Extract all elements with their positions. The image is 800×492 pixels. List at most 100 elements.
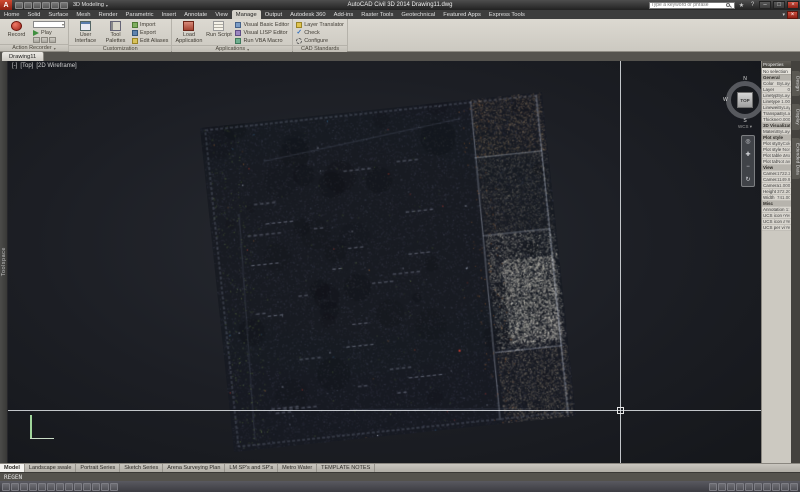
ribbon-tab-home[interactable]: Home — [0, 10, 23, 19]
ribbon-tab-raster-tools[interactable]: Raster Tools — [357, 10, 397, 19]
search-icon[interactable] — [726, 3, 730, 7]
compass-west[interactable]: W — [723, 97, 728, 103]
insert-message-icon[interactable] — [33, 37, 40, 43]
user-interface-button[interactable]: User Interface — [72, 20, 99, 44]
toolbar-lock-icon[interactable] — [772, 482, 780, 491]
document-close-button[interactable]: × — [787, 11, 798, 19]
ribbon-tab-autodesk-360[interactable]: Autodesk 360 — [286, 10, 329, 19]
ribbon-tab-manage[interactable]: Manage — [231, 10, 261, 19]
minimize-button[interactable]: – — [759, 1, 771, 9]
palette-header[interactable]: Properties — [762, 61, 791, 68]
workspace-switcher[interactable]: 3D Modeling ▾ — [73, 2, 108, 8]
ortho-mode-icon[interactable] — [29, 482, 37, 491]
qat-undo-icon[interactable] — [51, 1, 59, 9]
layout-tab-landscape-swale[interactable]: Landscape swale — [25, 464, 77, 472]
polar-tracking-icon[interactable] — [38, 482, 46, 491]
ribbon-tab-render[interactable]: Render — [95, 10, 122, 19]
ribbon-tab-geotechnical[interactable]: Geotechnical — [397, 10, 439, 19]
ribbon-tab-parametric[interactable]: Parametric — [122, 10, 158, 19]
qat-plot-icon[interactable] — [42, 1, 50, 9]
property-row[interactable]: UCS per viewportYes — [762, 225, 791, 231]
edit-aliases-button[interactable]: Edit Aliases — [132, 37, 168, 44]
qat-save-icon[interactable] — [33, 1, 41, 9]
ribbon-tab-featured-apps[interactable]: Featured Apps — [439, 10, 485, 19]
ribbon-tab-solid[interactable]: Solid — [23, 10, 44, 19]
palette-tab-extended-data[interactable]: Extended Data — [791, 137, 800, 180]
annotation-scale-icon[interactable] — [736, 482, 744, 491]
object-snap-icon[interactable] — [47, 482, 55, 491]
layout-tab-template-notes[interactable]: TEMPLATE NOTES — [317, 464, 376, 472]
insert-base-point-icon[interactable] — [41, 37, 48, 43]
check-button[interactable]: ✓ Check — [296, 29, 344, 36]
visual-lisp-editor-button[interactable]: Visual LISP Editor — [235, 29, 289, 36]
dynamic-ucs-icon[interactable] — [65, 482, 73, 491]
layout-tab-portrait-series[interactable]: Portrait Series — [76, 464, 121, 472]
run-vba-macro-button[interactable]: Run VBA Macro — [235, 37, 289, 44]
ribbon-tab-view[interactable]: View — [211, 10, 231, 19]
snap-mode-icon[interactable] — [11, 482, 19, 491]
palette-tab-design[interactable]: Design — [791, 71, 800, 96]
tool-palettes-button[interactable]: Tool Palettes — [102, 20, 129, 44]
compass-north[interactable]: N — [722, 76, 761, 82]
show-transparency-icon[interactable] — [92, 482, 100, 491]
isolate-objects-icon[interactable] — [781, 482, 789, 491]
layout-tab-lm-sp-s-and-sp-s[interactable]: LM SP's and SP's — [225, 464, 279, 472]
object-snap-tracking-icon[interactable] — [56, 482, 64, 491]
layer-translator-button[interactable]: Layer Translator — [296, 21, 344, 28]
qat-redo-icon[interactable] — [60, 1, 68, 9]
action-macro-dropdown[interactable]: ▾ — [33, 21, 65, 28]
layout-tab-arena-surveying-plan[interactable]: Arena Surveying Plan — [163, 464, 226, 472]
import-button[interactable]: Import — [132, 21, 168, 28]
dynamic-input-icon[interactable] — [74, 482, 82, 491]
show-lineweight-icon[interactable] — [83, 482, 91, 491]
clean-screen-icon[interactable] — [790, 482, 798, 491]
viewcube-wcs-menu[interactable]: WCS ▾ — [722, 124, 761, 130]
record-button[interactable]: Record — [3, 20, 30, 38]
play-button[interactable]: Play — [33, 29, 65, 36]
ribbon-tab-add-ins[interactable]: Add-ins — [330, 10, 358, 19]
ribbon-tab-annotate[interactable]: Annotate — [180, 10, 211, 19]
viewcube-top-face[interactable]: TOP — [737, 92, 753, 108]
quick-view-layouts-icon[interactable] — [718, 482, 726, 491]
app-logo-button[interactable]: A — [0, 0, 12, 10]
layout-tab-sketch-series[interactable]: Sketch Series — [120, 464, 164, 472]
viewport-view-control[interactable]: [Top] — [20, 63, 33, 69]
layout-tab-metro-water[interactable]: Metro Water — [278, 464, 318, 472]
viewport-visual-style-control[interactable]: [2D Wireframe] — [36, 63, 76, 69]
search-input[interactable] — [650, 2, 724, 8]
viewcube[interactable]: N S E W TOP — [722, 76, 761, 124]
qat-open-icon[interactable] — [24, 1, 32, 9]
model-space-icon[interactable] — [709, 482, 717, 491]
qat-new-icon[interactable] — [15, 1, 23, 9]
command-line[interactable]: REGEN — [0, 472, 800, 481]
visual-basic-editor-button[interactable]: Visual Basic Editor — [235, 21, 289, 28]
grid-display-icon[interactable] — [20, 482, 28, 491]
export-button[interactable]: Export — [132, 29, 168, 36]
panel-label-cad-standards[interactable]: CAD Standards — [293, 45, 347, 52]
zoom-icon[interactable]: − — [746, 164, 750, 170]
quick-view-drawings-icon[interactable] — [727, 482, 735, 491]
palette-tab-display[interactable]: Display — [791, 103, 800, 130]
infer-constraints-icon[interactable] — [2, 482, 10, 491]
layout-tab-model[interactable]: Model — [0, 464, 25, 472]
load-application-button[interactable]: Load Application — [175, 20, 202, 44]
ribbon-tab-express-tools[interactable]: Express Tools — [485, 10, 529, 19]
panel-label-action-recorder[interactable]: Action Recorder ▾ — [0, 44, 68, 51]
quick-properties-icon[interactable] — [101, 482, 109, 491]
ribbon-tab-insert[interactable]: Insert — [158, 10, 181, 19]
panel-label-customization[interactable]: Customization — [69, 45, 172, 52]
drawing-canvas[interactable]: [-] [Top] [2D Wireframe] N S E W TOP WCS… — [8, 61, 761, 463]
exchange-apps-icon[interactable]: ★ — [737, 2, 746, 9]
left-palette-bar[interactable]: Toolspace — [0, 61, 8, 463]
ribbon-tab-mesh[interactable]: Mesh — [72, 10, 94, 19]
workspace-switching-icon[interactable] — [763, 482, 771, 491]
ribbon-tab-surface[interactable]: Surface — [44, 10, 72, 19]
run-script-button[interactable]: Run Script — [205, 20, 232, 38]
selection-dropdown[interactable]: No selection — [762, 68, 791, 75]
maximize-button[interactable]: □ — [773, 1, 785, 9]
pan-icon[interactable]: ✚ — [745, 152, 750, 158]
navigation-wheel-icon[interactable]: ◎ — [745, 139, 750, 145]
annotation-visibility-icon[interactable] — [745, 482, 753, 491]
pause-icon[interactable] — [49, 37, 56, 43]
selection-cycling-icon[interactable] — [110, 482, 118, 491]
